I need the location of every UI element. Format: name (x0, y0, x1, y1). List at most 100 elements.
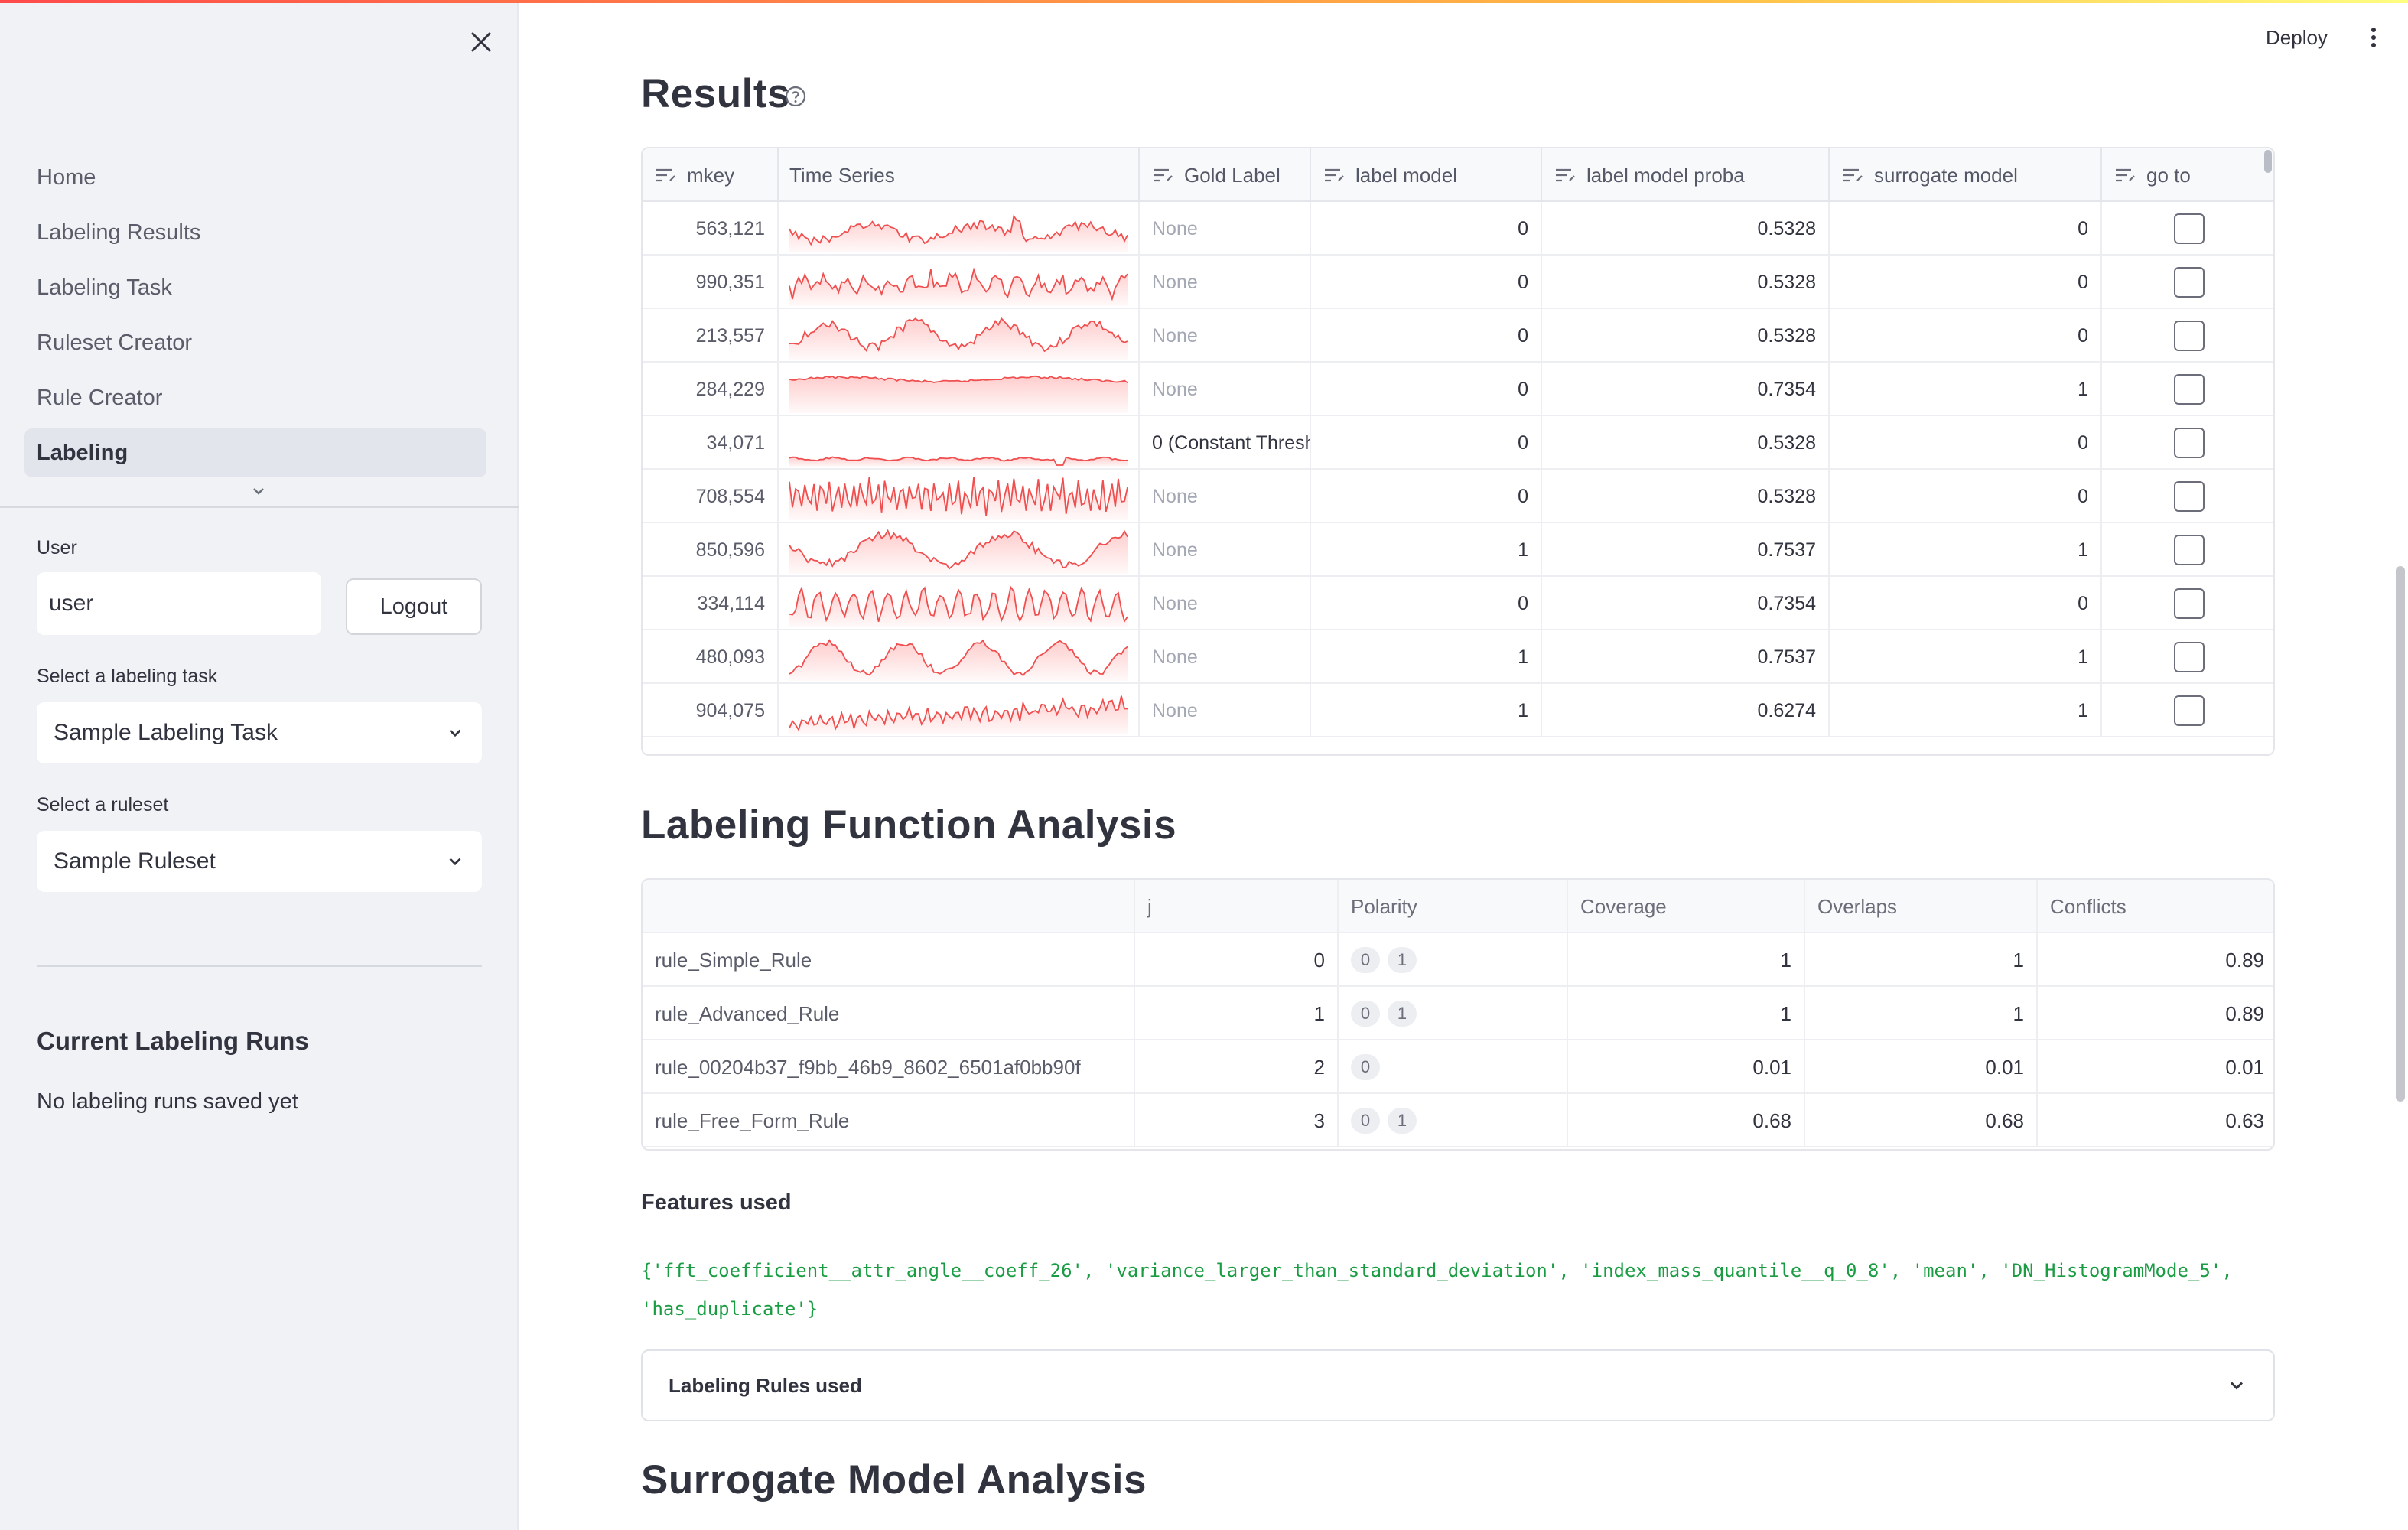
column-header-label-model[interactable]: label model (1311, 148, 1542, 202)
labeling-task-select[interactable]: Sample Labeling Task (37, 702, 482, 763)
table-row[interactable]: 334,114 None 0 0.7354 0 (643, 577, 2273, 630)
go-to-checkbox[interactable] (2174, 481, 2205, 512)
lf-coverage-cell: 1 (1568, 933, 1805, 987)
nav-item-ruleset-creator[interactable]: Ruleset Creator (24, 318, 486, 367)
mkey-cell: 480,093 (643, 630, 779, 684)
labeling-rules-expander[interactable]: Labeling Rules used (641, 1349, 2275, 1421)
time-series-cell (779, 256, 1140, 309)
user-input[interactable]: user (37, 572, 321, 635)
lf-conflicts-cell: 0.89 (2225, 1001, 2264, 1025)
lf-j-cell: 2 (1135, 1040, 1339, 1094)
table-row[interactable]: 990,351 None 0 0.5328 0 (643, 256, 2273, 309)
go-to-checkbox-cell[interactable] (2102, 523, 2273, 577)
grid-scrollbar[interactable] (2264, 150, 2272, 173)
go-to-checkbox-cell[interactable] (2102, 256, 2273, 309)
label-model-cell: 0 (1311, 577, 1542, 630)
mkey-cell: 563,121 (643, 202, 779, 256)
go-to-checkbox[interactable] (2174, 642, 2205, 672)
nav-item-labeling-results[interactable]: Labeling Results (24, 208, 486, 257)
ruleset-select[interactable]: Sample Ruleset (37, 831, 482, 892)
text-column-icon (1556, 168, 1575, 182)
sparkline (789, 375, 1128, 413)
help-icon[interactable] (783, 84, 808, 109)
results-data-grid[interactable]: mkey Time Series Gold Label label model … (641, 147, 2275, 756)
expand-nav-chevron-icon[interactable] (249, 482, 268, 500)
go-to-checkbox[interactable] (2174, 374, 2205, 405)
lf-coverage-cell: 0.68 (1568, 1094, 1805, 1148)
column-header-time-series[interactable]: Time Series (779, 148, 1140, 202)
sparkline (789, 695, 1128, 734)
mkey-cell: 34,071 (643, 416, 779, 470)
sparkline (789, 476, 1128, 520)
table-row[interactable]: 563,121 None 0 0.5328 0 (643, 202, 2273, 256)
go-to-checkbox-cell[interactable] (2102, 363, 2273, 416)
main-menu-icon[interactable] (2364, 26, 2384, 49)
surrogate-cell: 0 (1830, 416, 2102, 470)
nav-item-labeling-task[interactable]: Labeling Task (24, 263, 486, 312)
nav-item-home[interactable]: Home (24, 153, 486, 202)
go-to-checkbox[interactable] (2174, 213, 2205, 244)
lf-coverage-cell: 1 (1568, 987, 1805, 1040)
chevron-down-icon (449, 858, 461, 866)
proba-cell: 0.7537 (1542, 523, 1830, 577)
lf-analysis-title: Labeling Function Analysis (641, 802, 1177, 848)
go-to-checkbox[interactable] (2174, 588, 2205, 619)
time-series-cell (779, 363, 1140, 416)
go-to-checkbox-cell[interactable] (2102, 202, 2273, 256)
go-to-checkbox-cell[interactable] (2102, 309, 2273, 363)
nav-item-label: Labeling Task (37, 275, 172, 300)
go-to-checkbox-cell[interactable] (2102, 416, 2273, 470)
gold-cell: None (1140, 577, 1311, 630)
table-row[interactable]: 904,075 None 1 0.6274 1 (643, 684, 2273, 737)
task-select-label: Select a labeling task (37, 666, 218, 687)
go-to-checkbox-cell[interactable] (2102, 684, 2273, 737)
logout-button[interactable]: Logout (346, 578, 482, 635)
gold-cell: 0 (Constant Threshold) (1140, 416, 1311, 470)
table-row[interactable]: 34,0710 (Constant Threshold)00.53280 (643, 416, 2273, 470)
surrogate-cell: 0 (1830, 309, 2102, 363)
close-sidebar-button[interactable] (462, 23, 500, 61)
lf-conflicts-cell: 0.01 (2225, 1055, 2264, 1079)
table-row[interactable]: 480,093 None 1 0.7537 1 (643, 630, 2273, 684)
go-to-checkbox[interactable] (2174, 267, 2205, 298)
nav-item-rule-creator[interactable]: Rule Creator (24, 373, 486, 422)
go-to-checkbox[interactable] (2174, 535, 2205, 565)
table-row[interactable]: 708,554 None 0 0.5328 0 (643, 470, 2273, 523)
label-model-cell: 0 (1311, 363, 1542, 416)
go-to-checkbox[interactable] (2174, 695, 2205, 726)
nav-item-label: Labeling Results (37, 220, 201, 245)
mkey-cell: 334,114 (643, 577, 779, 630)
go-to-checkbox[interactable] (2174, 321, 2205, 351)
top-decoration-bar (0, 0, 2408, 3)
sparkline (789, 456, 1128, 467)
table-row[interactable]: 284,229 None 0 0.7354 1 (643, 363, 2273, 416)
label-model-cell: 0 (1311, 256, 1542, 309)
gold-cell: None (1140, 363, 1311, 416)
go-to-checkbox-cell[interactable] (2102, 577, 2273, 630)
column-header-mkey[interactable]: mkey (643, 148, 779, 202)
go-to-checkbox-cell[interactable] (2102, 470, 2273, 523)
polarity-pill: 0 (1351, 1108, 1380, 1134)
ruleset-select-label: Select a ruleset (37, 794, 169, 815)
polarity-pill: 1 (1388, 947, 1417, 973)
column-header-label-model-proba[interactable]: label model proba (1542, 148, 1830, 202)
polarity-pill: 0 (1351, 947, 1380, 973)
column-header-go-to[interactable]: go to (2102, 148, 2273, 202)
go-to-checkbox-cell[interactable] (2102, 630, 2273, 684)
surrogate-cell: 1 (1830, 630, 2102, 684)
table-row[interactable]: 213,557 None 0 0.5328 0 (643, 309, 2273, 363)
lf-polarity-cell: 01 (1339, 1094, 1568, 1148)
label-model-cell: 1 (1311, 523, 1542, 577)
ruleset-value: Sample Ruleset (54, 848, 216, 874)
table-row[interactable]: 850,596 None 1 0.7537 1 (643, 523, 2273, 577)
deploy-button[interactable]: Deploy (2266, 26, 2328, 50)
column-header-gold-label[interactable]: Gold Label (1140, 148, 1311, 202)
lf-coverage-cell: 0.01 (1568, 1040, 1805, 1094)
page-scrollbar[interactable] (2396, 566, 2405, 1102)
lf-name-cell: rule_Free_Form_Rule (643, 1094, 1135, 1148)
column-header-surrogate-model[interactable]: surrogate model (1830, 148, 2102, 202)
proba-cell: 0.7354 (1542, 577, 1830, 630)
mkey-cell: 284,229 (643, 363, 779, 416)
go-to-checkbox[interactable] (2174, 428, 2205, 458)
nav-item-labeling[interactable]: Labeling (24, 428, 486, 477)
